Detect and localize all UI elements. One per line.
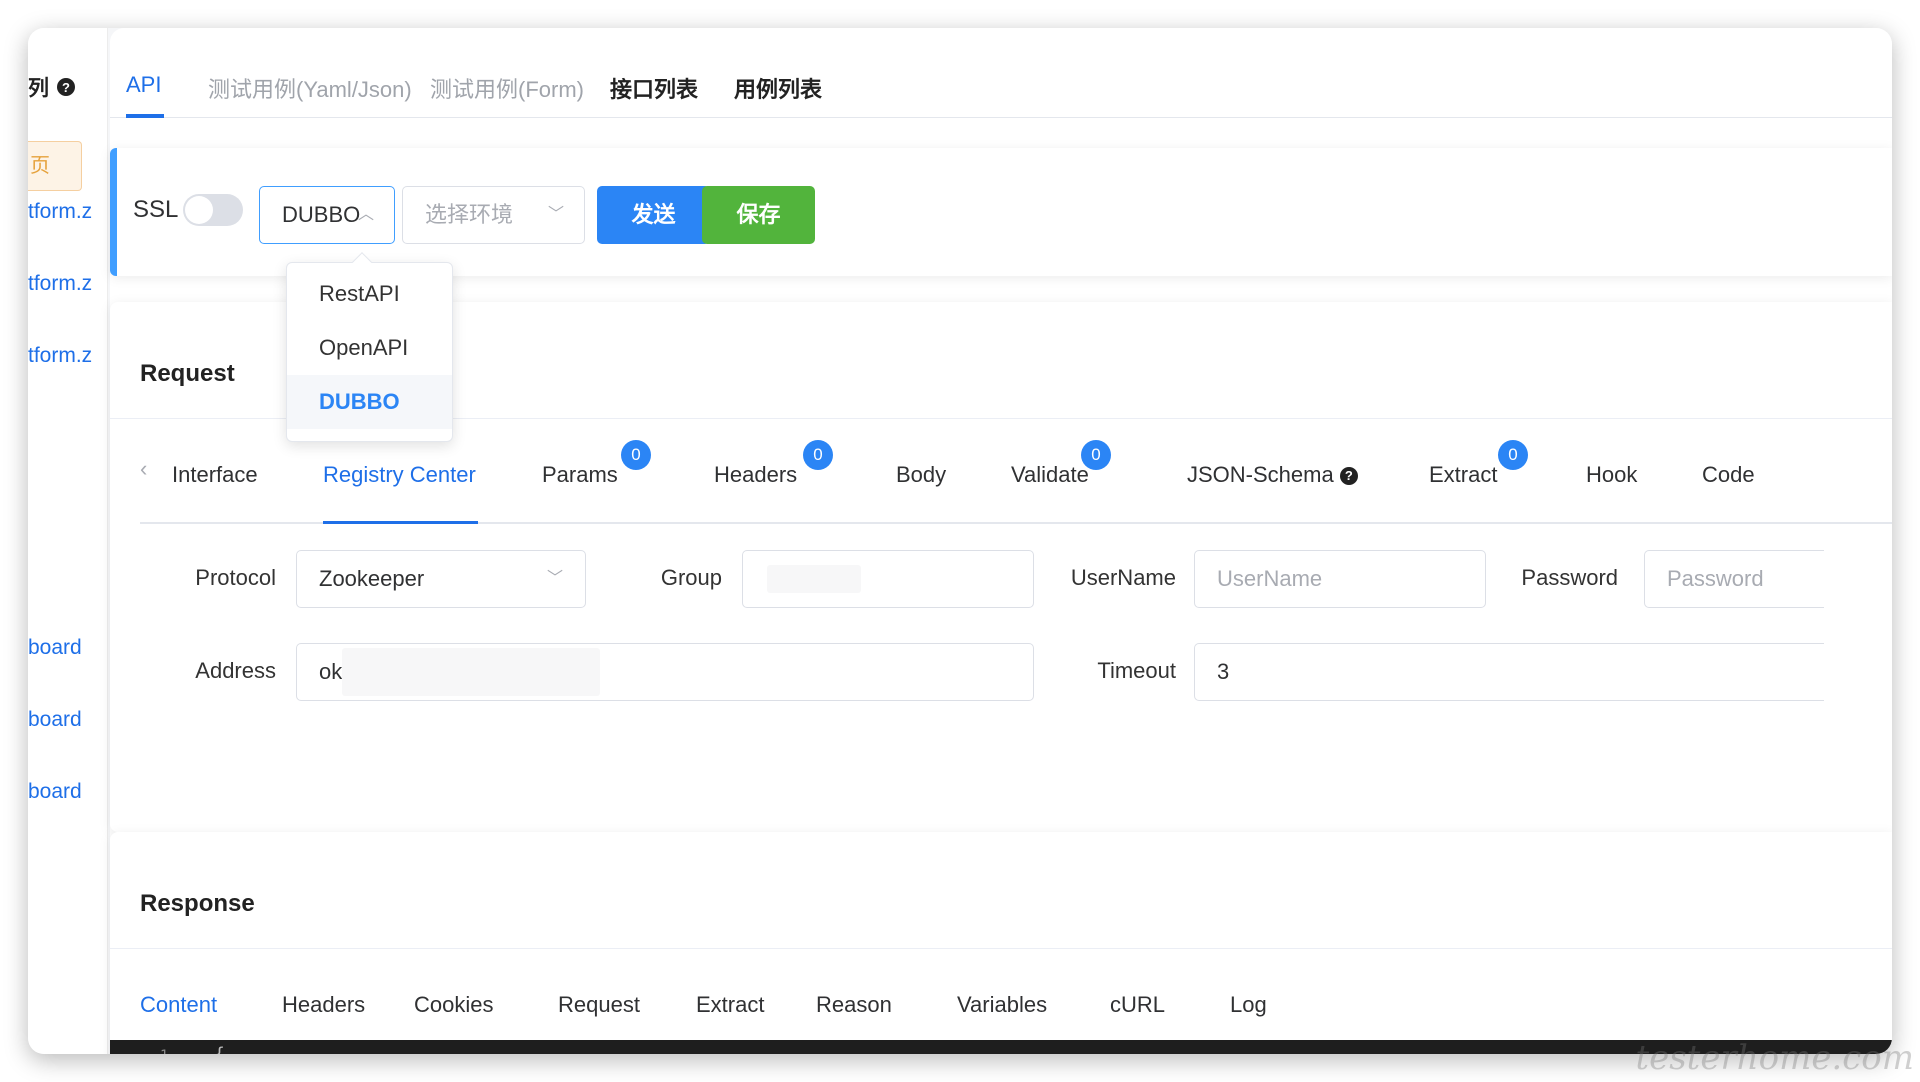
timeout-input[interactable]: 3: [1194, 643, 1824, 701]
params-count-badge: 0: [621, 440, 651, 470]
tab-reason[interactable]: Reason: [816, 992, 892, 1018]
response-editor[interactable]: 1 {: [110, 1040, 1892, 1054]
active-tab-indicator: [126, 114, 164, 118]
tab-params[interactable]: Params: [542, 462, 618, 488]
chevron-down-icon: ﹀: [547, 206, 564, 223]
timeout-label: Timeout: [1097, 658, 1176, 683]
active-tab-indicator: [323, 521, 478, 524]
tab-log[interactable]: Log: [1230, 992, 1267, 1018]
extract-count-badge: 0: [1498, 440, 1528, 470]
response-title: Response: [140, 890, 255, 917]
sidebar-link-1[interactable]: tform.z: [28, 200, 92, 224]
ssl-toggle[interactable]: [183, 194, 243, 226]
app-window: 列 ? 页 tform.z tform.z tform.z board boar…: [28, 28, 1892, 1054]
sidebar-link-2[interactable]: tform.z: [28, 272, 92, 296]
tab-case-list[interactable]: 用例列表: [734, 72, 822, 104]
sidebar-link-3[interactable]: tform.z: [28, 344, 92, 368]
password-label: Password: [1521, 565, 1618, 590]
sidebar-link-5[interactable]: board: [28, 708, 82, 732]
password-input[interactable]: Password: [1644, 550, 1824, 608]
tab-headers[interactable]: Headers: [714, 462, 797, 488]
password-placeholder: Password: [1667, 566, 1764, 591]
tab-request[interactable]: Request: [558, 992, 640, 1018]
send-button[interactable]: 发送: [597, 186, 710, 244]
sidebar-tag[interactable]: 页: [28, 141, 82, 191]
tabs-scroll-left-icon[interactable]: ‹: [140, 456, 147, 482]
tab-response-headers[interactable]: Headers: [282, 992, 365, 1018]
validate-count-badge: 0: [1081, 440, 1111, 470]
username-placeholder: UserName: [1217, 566, 1323, 591]
headers-count-badge: 0: [803, 440, 833, 470]
tab-extract[interactable]: Extract: [1429, 462, 1497, 488]
toggle-knob: [185, 196, 213, 224]
registry-protocol-value: Zookeeper: [319, 566, 425, 591]
option-restapi[interactable]: RestAPI: [287, 267, 452, 321]
address-label: Address: [195, 658, 276, 683]
ssl-label: SSL: [133, 196, 179, 223]
sidebar-link-4[interactable]: board: [28, 636, 82, 660]
redacted-region: [767, 565, 861, 593]
watermark: testerhome.com: [1635, 1038, 1914, 1078]
group-label: Group: [660, 565, 722, 590]
tab-api-list[interactable]: 接口列表: [610, 72, 698, 104]
tab-validate[interactable]: Validate: [1011, 462, 1089, 488]
chevron-down-icon: ﹀: [546, 570, 563, 587]
env-select[interactable]: 选择环境 ﹀: [402, 186, 585, 244]
line-number: 1: [160, 1048, 168, 1054]
option-dubbo[interactable]: DUBBO: [287, 375, 452, 429]
tab-testcase-form[interactable]: 测试用例(Form): [430, 72, 584, 104]
redacted-region: [342, 648, 600, 696]
chevron-up-icon: ︿: [357, 206, 374, 223]
sidebar-crumb: 列 ?: [28, 72, 75, 102]
tab-curl[interactable]: cURL: [1110, 992, 1165, 1018]
tab-api[interactable]: API: [126, 72, 161, 98]
username-input[interactable]: UserName: [1194, 550, 1486, 608]
tab-json-schema[interactable]: JSON-Schema ?: [1187, 462, 1358, 488]
address-input[interactable]: ok: [296, 643, 1034, 701]
sidebar-crumb-text: 列: [28, 77, 49, 100]
tab-content[interactable]: Content: [140, 992, 217, 1018]
tab-hook[interactable]: Hook: [1586, 462, 1637, 488]
tab-interface[interactable]: Interface: [172, 462, 258, 488]
registry-protocol-select[interactable]: Zookeeper ﹀: [296, 550, 586, 608]
sidebar-link-6[interactable]: board: [28, 780, 82, 804]
help-icon[interactable]: ?: [1339, 466, 1358, 485]
protocol-label: Protocol: [195, 565, 276, 590]
address-value: ok: [319, 659, 343, 684]
protocol-select-value: DUBBO: [282, 202, 361, 227]
tab-cookies[interactable]: Cookies: [414, 992, 493, 1018]
option-openapi[interactable]: OpenAPI: [287, 321, 452, 375]
env-select-placeholder: 选择环境: [425, 202, 514, 227]
tab-json-schema-label: JSON-Schema: [1187, 462, 1334, 487]
request-title: Request: [140, 360, 235, 387]
help-icon[interactable]: ?: [57, 78, 75, 96]
tab-body[interactable]: Body: [896, 462, 946, 488]
request-toolbar: SSL DUBBO ︿ 选择环境 ﹀ 发送 保存: [110, 148, 1892, 276]
tab-variables[interactable]: Variables: [957, 992, 1047, 1018]
save-button[interactable]: 保存: [702, 186, 815, 244]
left-sidebar: 列 ? 页 tform.z tform.z tform.z board boar…: [28, 28, 108, 1054]
divider: [110, 948, 1892, 949]
protocol-select[interactable]: DUBBO ︿: [259, 186, 395, 244]
response-card: Response Content Headers Cookies Request…: [110, 832, 1892, 1054]
tab-response-extract[interactable]: Extract: [696, 992, 764, 1018]
protocol-dropdown: RestAPI OpenAPI DUBBO: [286, 252, 453, 442]
tab-registry-center[interactable]: Registry Center: [323, 462, 476, 488]
tab-code[interactable]: Code: [1702, 462, 1755, 488]
username-label: UserName: [1070, 565, 1176, 590]
timeout-value: 3: [1217, 659, 1230, 684]
group-input[interactable]: [742, 550, 1034, 608]
top-tabs: API 测试用例(Yaml/Json) 测试用例(Form) 接口列表 用例列表: [110, 28, 1892, 118]
tab-testcase-yaml[interactable]: 测试用例(Yaml/Json): [208, 72, 412, 104]
editor-text: {: [214, 1044, 225, 1054]
